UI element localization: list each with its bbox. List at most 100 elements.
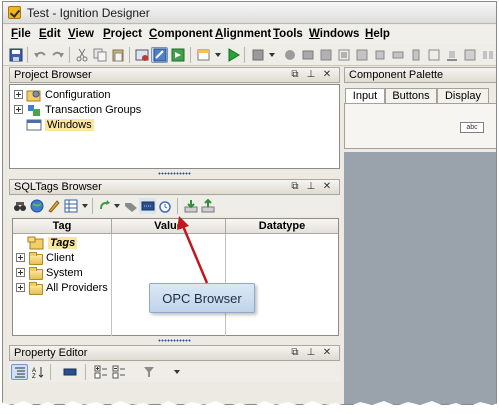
save-icon[interactable] — [7, 47, 24, 63]
undo-icon[interactable] — [31, 47, 48, 63]
design-workspace[interactable] — [344, 152, 496, 404]
column-header-value[interactable]: Value — [112, 220, 225, 232]
cut-icon[interactable] — [73, 47, 90, 63]
tree-label: System — [46, 266, 83, 279]
align-right-icon[interactable] — [389, 47, 406, 63]
tag-table-header: Tag Value Datatype — [13, 219, 338, 234]
align-bottom-icon[interactable] — [443, 47, 460, 63]
design-mode-icon[interactable] — [151, 47, 168, 63]
folder-icon — [29, 281, 43, 295]
tree-item-configuration[interactable]: Configuration — [14, 87, 110, 102]
tree-label: Configuration — [45, 88, 111, 101]
palette-body: abc — [344, 103, 496, 149]
preview-mode-icon[interactable] — [169, 47, 186, 63]
group-icon[interactable] — [281, 47, 298, 63]
menu-tools[interactable]: Tools — [273, 28, 303, 40]
import-icon[interactable] — [182, 198, 199, 214]
size-icon[interactable] — [461, 47, 478, 63]
menu-file[interactable]: File — [11, 28, 31, 40]
pin-icon[interactable]: ⊥ — [305, 69, 317, 80]
binoculars-icon[interactable] — [11, 198, 28, 214]
close-icon[interactable]: ✕ — [321, 181, 333, 192]
expand-icon[interactable] — [14, 105, 23, 114]
folder-icon — [29, 251, 43, 265]
filter-icon[interactable] — [140, 364, 157, 380]
ungroup-icon[interactable] — [299, 47, 316, 63]
torn-edge — [0, 401, 499, 414]
text-field-component[interactable]: abc — [460, 122, 484, 133]
globe-icon[interactable] — [28, 198, 45, 214]
menu-bar: File Edit View Project Component Alignme… — [3, 25, 496, 44]
property-editor-header: Property Editor ⧉ ⊥ ✕ — [9, 345, 340, 361]
component-palette-title: Component Palette — [349, 69, 444, 81]
window-title: Test - Ignition Designer — [27, 6, 150, 20]
expand-icon[interactable] — [16, 268, 25, 277]
align-middle-icon[interactable] — [425, 47, 442, 63]
edit-tag-icon[interactable] — [45, 198, 62, 214]
property-binding-icon[interactable] — [61, 364, 78, 380]
restore-icon[interactable]: ⧉ — [289, 69, 301, 80]
menu-view[interactable]: View — [68, 28, 94, 40]
pin-icon[interactable]: ⊥ — [305, 181, 317, 192]
new-window-icon[interactable] — [195, 47, 212, 63]
column-header-tag[interactable]: Tag — [13, 220, 111, 232]
column-header-datatype[interactable]: Datatype — [226, 220, 338, 232]
tab-input[interactable]: Input — [345, 88, 385, 104]
menu-edit[interactable]: Edit — [39, 28, 61, 40]
tag-row-all-providers[interactable]: All Providers — [16, 280, 108, 295]
project-browser-header: Project Browser ⧉ ⊥ ✕ — [9, 67, 340, 83]
palette-tabs: Input Buttons Display — [344, 88, 496, 104]
restore-icon[interactable]: ⧉ — [289, 347, 301, 358]
redo-icon[interactable] — [49, 47, 66, 63]
component-icon[interactable] — [249, 47, 266, 63]
menu-help[interactable]: Help — [365, 28, 390, 40]
refresh-icon[interactable] — [96, 198, 113, 214]
splitter-handle[interactable] — [158, 339, 191, 342]
configuration-icon — [26, 90, 41, 101]
scan-class-icon[interactable] — [156, 198, 173, 214]
menu-project[interactable]: Project — [103, 28, 142, 40]
svg-text:Z: Z — [32, 374, 36, 379]
tag-table-icon[interactable] — [62, 198, 79, 214]
pin-icon[interactable]: ⊥ — [305, 347, 317, 358]
export-icon[interactable] — [199, 198, 216, 214]
copy-icon[interactable] — [91, 47, 108, 63]
menu-alignment[interactable]: Alignment — [215, 28, 271, 40]
align-left-icon[interactable] — [353, 47, 370, 63]
tag-icon[interactable] — [122, 198, 139, 214]
close-icon[interactable]: ✕ — [321, 69, 333, 80]
tree-item-windows[interactable]: Windows — [14, 117, 94, 132]
categorized-view-icon[interactable] — [11, 364, 28, 380]
collapse-all-icon[interactable] — [110, 364, 127, 380]
restore-icon[interactable]: ⧉ — [289, 181, 301, 192]
property-editor-toolbar: AZ — [9, 362, 340, 382]
expand-icon[interactable] — [16, 253, 25, 262]
tag-row-client[interactable]: Client — [16, 250, 74, 265]
paste-icon[interactable] — [109, 47, 126, 63]
opc-browser-icon[interactable] — [139, 198, 156, 214]
publish-icon[interactable] — [133, 47, 150, 63]
tab-display[interactable]: Display — [437, 88, 489, 104]
tag-row-tags[interactable]: Tags — [16, 235, 78, 250]
expand-all-icon[interactable] — [92, 364, 109, 380]
distribute-icon[interactable] — [479, 47, 496, 63]
layer-down-icon[interactable] — [335, 47, 352, 63]
align-center-icon[interactable] — [371, 47, 388, 63]
layer-up-icon[interactable] — [317, 47, 334, 63]
tab-buttons[interactable]: Buttons — [385, 88, 437, 104]
align-top-icon[interactable] — [407, 47, 424, 63]
tree-item-transaction-groups[interactable]: Transaction Groups — [14, 102, 141, 117]
close-icon[interactable]: ✕ — [321, 347, 333, 358]
menu-windows[interactable]: Windows — [309, 28, 359, 40]
splitter-handle[interactable] — [158, 172, 191, 175]
project-browser-title: Project Browser — [14, 69, 92, 81]
tag-table: Tag Value Datatype Tags Client System Al… — [12, 218, 339, 336]
sort-alpha-icon[interactable]: AZ — [29, 364, 46, 380]
tree-label: Tags — [48, 236, 78, 249]
menu-component[interactable]: Component — [149, 28, 213, 40]
run-icon[interactable] — [224, 47, 241, 63]
expand-icon[interactable] — [16, 283, 25, 292]
tag-row-system[interactable]: System — [16, 265, 83, 280]
property-editor-title: Property Editor — [14, 347, 88, 359]
expand-icon[interactable] — [14, 90, 23, 99]
